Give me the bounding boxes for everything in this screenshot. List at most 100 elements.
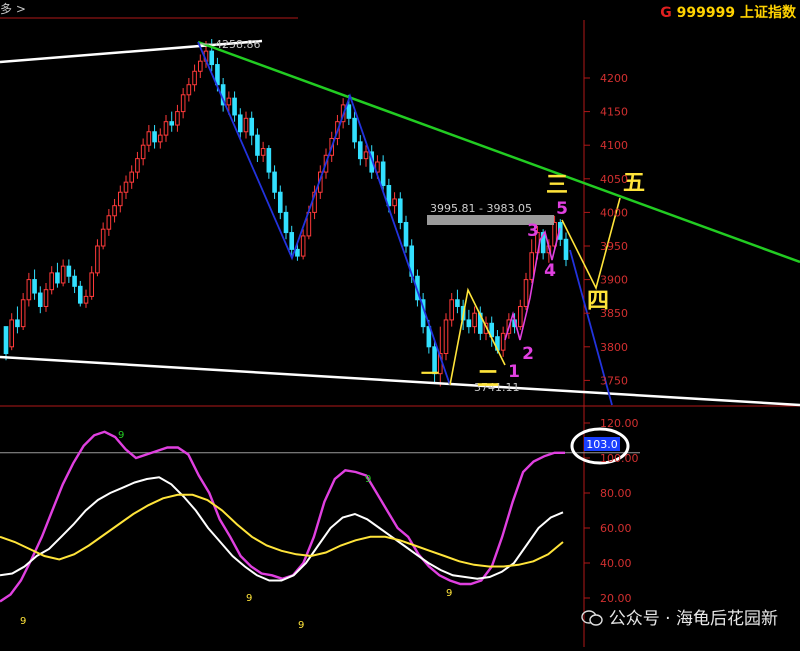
chart-root: 3995.81 - 3983.05 4258.86 3741.11 一二三四五 1 2 3 4… xyxy=(0,0,800,647)
candle-body xyxy=(500,332,506,351)
candle-body xyxy=(49,272,55,291)
indicator-tick-label: 120.00 xyxy=(600,417,639,430)
indicator-series-line xyxy=(0,493,564,568)
candle-body xyxy=(523,279,529,307)
candle-body xyxy=(563,238,569,260)
blue-wave-path xyxy=(197,41,451,386)
candle-body xyxy=(112,205,117,217)
candle-body xyxy=(15,319,20,328)
candle-body xyxy=(517,305,523,328)
candle-body xyxy=(397,198,403,223)
ticker-name: 上证指数 xyxy=(740,5,796,21)
ticker-header: G 999999 上证指数 xyxy=(660,2,796,22)
ticker-flag: G xyxy=(660,5,672,21)
candle-body xyxy=(146,131,152,146)
candle-body xyxy=(72,275,77,287)
candle-body xyxy=(175,111,180,126)
candle-body xyxy=(180,94,186,113)
candle-body xyxy=(66,265,72,277)
candle-body xyxy=(232,97,237,116)
price-tick-label: 3900 xyxy=(600,274,628,287)
price-tick-label: 3850 xyxy=(600,307,628,320)
candle-body xyxy=(266,148,272,173)
candle-body xyxy=(443,319,449,355)
candle-body xyxy=(260,148,266,156)
candle-body xyxy=(89,272,95,297)
wave-label: 1 xyxy=(508,362,520,382)
watermark: 公众号 · 海龟后花园新 xyxy=(581,604,778,629)
candle-body xyxy=(295,248,300,257)
wave-label: 4 xyxy=(544,261,556,281)
indicator-tick-label: 60.00 xyxy=(600,522,632,535)
candle-body xyxy=(352,117,357,143)
high-label: 4258.86 xyxy=(215,38,261,51)
price-tick-label: 4000 xyxy=(600,206,628,219)
candle-body xyxy=(163,121,169,136)
candle-body xyxy=(226,97,232,106)
candle-body xyxy=(123,181,129,193)
wave-label: 二 xyxy=(477,367,499,392)
candle-body xyxy=(197,60,203,72)
indicator-tick-label: 80.00 xyxy=(600,487,632,500)
candle-body xyxy=(20,299,26,328)
candle-body xyxy=(277,191,283,213)
price-tick-label: 4050 xyxy=(600,173,628,186)
candle-body xyxy=(346,104,352,119)
candle-body xyxy=(37,292,43,307)
candle-body xyxy=(209,50,215,66)
indicator-tick-label: 100.00 xyxy=(600,452,639,465)
range-label: 3995.81 - 3983.05 xyxy=(430,202,532,215)
candle-body xyxy=(157,134,163,143)
candle-body xyxy=(363,151,369,160)
wave-label: 一 xyxy=(421,364,439,385)
wave-label: 三 xyxy=(546,173,568,198)
candle-body xyxy=(129,171,135,183)
indicator-layer: 9 9 9 9 9 9 103.0 xyxy=(0,427,640,631)
ticker-code: 999999 xyxy=(676,5,736,21)
candle-body xyxy=(95,245,100,274)
indicator-tick-label: 40.00 xyxy=(600,557,632,570)
candle-body xyxy=(106,215,112,230)
candle-body xyxy=(449,299,455,321)
price-tick-label: 4150 xyxy=(600,106,628,119)
candle-body xyxy=(380,161,386,187)
candle-body xyxy=(243,117,249,133)
wave-label: 3 xyxy=(527,221,539,241)
price-tick-label: 4100 xyxy=(600,139,628,152)
candle-body xyxy=(255,134,260,156)
candle-body xyxy=(249,117,255,136)
candle-body xyxy=(392,198,397,207)
candle-body xyxy=(55,272,60,284)
candle-body xyxy=(169,121,175,126)
candle-body xyxy=(403,221,409,247)
wave-label: 5 xyxy=(556,199,568,219)
header-left-fragment[interactable]: 多 > xyxy=(0,0,26,17)
watermark-text: 公众号 · 海龟后花园新 xyxy=(608,609,778,629)
candle-body xyxy=(43,289,49,307)
candle-body xyxy=(9,319,15,348)
candle-body xyxy=(77,285,83,304)
count-nine-marker: 9 xyxy=(298,620,304,631)
candle-body xyxy=(26,279,32,301)
candle-body xyxy=(60,265,66,284)
candle-body xyxy=(466,319,472,328)
count-nine-marker: 9 xyxy=(446,588,452,599)
candle-body xyxy=(135,158,140,173)
candle-body xyxy=(140,144,146,160)
lower-white-trendline xyxy=(0,355,800,407)
wechat-icon xyxy=(581,610,603,626)
wave-label: 2 xyxy=(522,344,534,364)
candle-body xyxy=(237,114,243,133)
price-tick-label: 3800 xyxy=(600,341,628,354)
count-nine-marker: 9 xyxy=(20,616,26,627)
indicator-series-line xyxy=(0,430,565,603)
candle-body xyxy=(186,84,192,96)
candle-body xyxy=(529,252,535,281)
candle-body xyxy=(289,232,295,250)
current-value-label: 103.0 xyxy=(586,438,618,451)
candle-body xyxy=(152,131,157,143)
candle-body xyxy=(472,312,477,328)
grid-layer xyxy=(0,17,800,647)
candle-body xyxy=(117,191,123,207)
candle-body xyxy=(32,279,37,294)
